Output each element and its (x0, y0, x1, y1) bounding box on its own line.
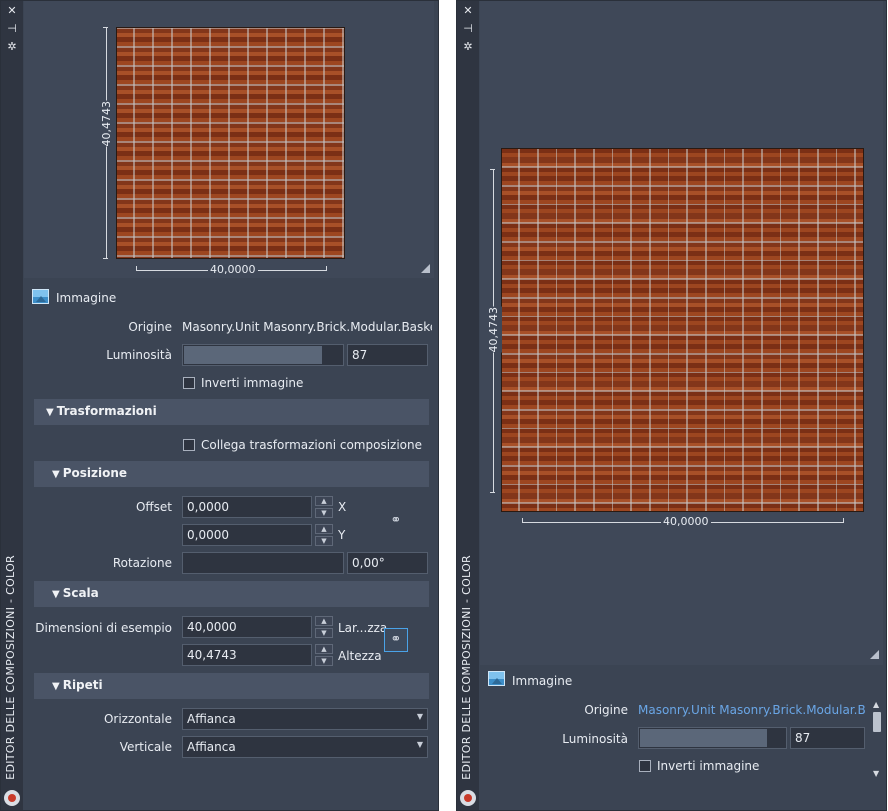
spin-up-icon[interactable]: ▲ (315, 524, 333, 534)
pin-icon[interactable]: ⊣ (6, 23, 18, 35)
scale-height-input[interactable]: 40,4743 (182, 644, 312, 666)
offset-y-spinner[interactable]: ▲ ▼ (315, 524, 333, 546)
offset-label: Offset (135, 500, 172, 514)
rotazione-input[interactable]: 0,00° (347, 552, 428, 574)
image-icon (32, 289, 49, 304)
rotazione-label: Rotazione (112, 556, 172, 570)
width-dimension-label: 40,0000 (661, 515, 711, 528)
app-logo-icon (4, 790, 20, 806)
trasformazioni-section-header[interactable]: ▼ Trasformazioni (34, 399, 429, 425)
luminosita-slider[interactable] (638, 727, 787, 749)
origine-label: Origine (128, 320, 172, 334)
chevron-down-icon: ▼ (416, 740, 423, 749)
orizzontale-dropdown[interactable]: Affianca ▼ (182, 708, 428, 730)
offset-x-axis-label: X (338, 500, 347, 514)
scala-section-header[interactable]: ▼ Scala (34, 581, 429, 607)
luminosita-label: Luminosità (562, 732, 628, 746)
pin-icon[interactable]: ⊣ (462, 23, 474, 35)
spin-down-icon[interactable]: ▼ (315, 628, 333, 638)
scale-width-input[interactable]: 40,0000 (182, 616, 312, 638)
ripeti-title: Ripeti (62, 678, 103, 692)
spin-down-icon[interactable]: ▼ (315, 656, 333, 666)
preview-resize-grip[interactable] (870, 650, 879, 659)
close-icon[interactable]: ✕ (462, 5, 474, 17)
origine-value[interactable]: Masonry.Unit Masonry.Brick.Modular.Baske… (182, 320, 432, 334)
luminosita-slider-fill (640, 729, 767, 747)
posizione-section-header[interactable]: ▼ Posizione (34, 461, 429, 487)
scale-width-spinner[interactable]: ▲ ▼ (315, 616, 333, 638)
texture-preview: 40,4743 40,0000 (24, 1, 434, 278)
origine-label: Origine (584, 703, 628, 717)
collega-label: Collega trasformazioni composizione (201, 438, 422, 452)
luminosita-label: Luminosità (106, 348, 172, 362)
height-dimension-label: 40,4743 (485, 307, 502, 353)
offset-x-input[interactable]: 0,0000 (182, 496, 312, 518)
chevron-down-icon: ▼ (416, 712, 423, 721)
ripeti-section-header[interactable]: ▼ Ripeti (34, 673, 429, 699)
palette-titlebar: ✕ ⊣ ✲ EDITOR DELLE COMPOSIZIONI - COLOR (457, 1, 479, 810)
height-dimension-label: 40,4743 (98, 101, 115, 147)
luminosita-slider-fill (184, 346, 322, 364)
scale-height-spinner[interactable]: ▲ ▼ (315, 644, 333, 666)
trasformazioni-title: Trasformazioni (56, 404, 157, 418)
offset-x-spinner[interactable]: ▲ ▼ (315, 496, 333, 518)
verticale-dropdown[interactable]: Affianca ▼ (182, 736, 428, 758)
scroll-down-icon[interactable]: ▼ (873, 769, 879, 778)
texture-preview: 40,4743 40,0000 (480, 1, 883, 665)
palette-titlebar: ✕ ⊣ ✲ EDITOR DELLE COMPOSIZIONI - COLOR (1, 1, 23, 810)
palette-title: EDITOR DELLE COMPOSIZIONI - COLOR (460, 555, 473, 780)
dimensioni-label: Dimensioni di esempio (35, 621, 172, 635)
left-palette: ✕ ⊣ ✲ EDITOR DELLE COMPOSIZIONI - COLOR … (0, 0, 439, 811)
image-section-title: Immagine (56, 291, 117, 305)
spin-up-icon[interactable]: ▲ (315, 496, 333, 506)
luminosita-input[interactable]: 87 (790, 727, 865, 749)
palette-title: EDITOR DELLE COMPOSIZIONI - COLOR (4, 555, 17, 780)
image-icon (488, 671, 505, 686)
image-section-title: Immagine (512, 674, 573, 688)
expand-triangle-icon: ▼ (52, 681, 60, 692)
inverti-label: Inverti immagine (201, 376, 304, 390)
inverti-checkbox[interactable] (183, 377, 195, 389)
link-scale-button[interactable]: ⚭ (384, 628, 408, 652)
scala-title: Scala (62, 586, 99, 600)
brick-texture-image (501, 148, 864, 512)
gear-icon[interactable]: ✲ (6, 41, 18, 53)
inverti-checkbox[interactable] (639, 760, 651, 772)
verticale-label: Verticale (119, 740, 172, 754)
brick-texture-image (116, 27, 345, 259)
luminosita-slider[interactable] (182, 344, 344, 366)
rotazione-slider[interactable] (182, 552, 344, 574)
app-logo-icon (460, 790, 476, 806)
inverti-label: Inverti immagine (657, 759, 760, 773)
spin-up-icon[interactable]: ▲ (315, 616, 333, 626)
preview-resize-grip[interactable] (421, 264, 430, 273)
close-icon[interactable]: ✕ (6, 5, 18, 17)
right-palette: ✕ ⊣ ✲ EDITOR DELLE COMPOSIZIONI - COLOR … (456, 0, 887, 811)
verticale-dropdown-value: Affianca (187, 740, 236, 754)
expand-triangle-icon: ▼ (52, 589, 60, 600)
scale-height-axis-label: Altezza (338, 649, 382, 663)
offset-y-axis-label: Y (338, 528, 346, 542)
collega-checkbox[interactable] (183, 439, 195, 451)
link-offset-icon[interactable]: ⚭ (385, 510, 407, 532)
origine-value[interactable]: Masonry.Unit Masonry.Brick.Modular.Baske (638, 703, 866, 717)
gear-icon[interactable]: ✲ (462, 41, 474, 53)
spin-up-icon[interactable]: ▲ (315, 644, 333, 654)
spin-down-icon[interactable]: ▼ (315, 536, 333, 546)
scrollbar-thumb[interactable] (873, 712, 881, 732)
scroll-up-icon[interactable]: ▲ (873, 700, 879, 709)
expand-triangle-icon: ▼ (46, 407, 54, 418)
orizzontale-label: Orizzontale (103, 712, 172, 726)
scale-width-axis-label: Lar...zza (338, 621, 388, 635)
luminosita-input[interactable]: 87 (347, 344, 428, 366)
orizzontale-dropdown-value: Affianca (187, 712, 236, 726)
spin-down-icon[interactable]: ▼ (315, 508, 333, 518)
posizione-title: Posizione (62, 466, 128, 480)
width-dimension-label: 40,0000 (208, 263, 258, 276)
expand-triangle-icon: ▼ (52, 469, 60, 480)
offset-y-input[interactable]: 0,0000 (182, 524, 312, 546)
